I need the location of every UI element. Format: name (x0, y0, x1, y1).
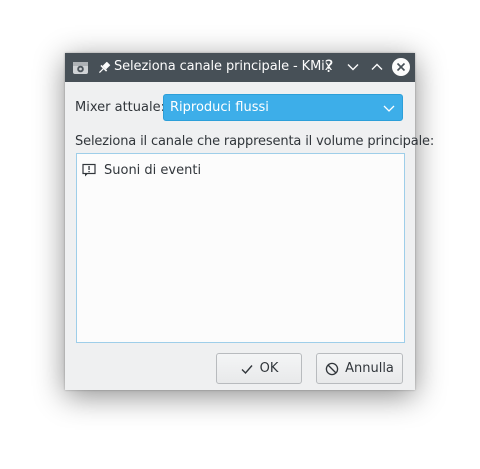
cancel-button[interactable]: Annulla (316, 353, 403, 384)
cancel-button-label: Annulla (345, 361, 394, 376)
ok-button[interactable]: OK (216, 353, 302, 384)
maximize-button[interactable] (367, 57, 387, 77)
mixer-select-value: Riproduci flussi (170, 100, 269, 115)
pin-icon[interactable] (96, 60, 112, 76)
list-item[interactable]: Suoni di eventi (82, 161, 201, 179)
window-title: Seleziona canale principale - KMix (114, 59, 333, 74)
kmix-app-icon[interactable] (72, 59, 89, 76)
channel-label: Suoni di eventi (104, 162, 202, 178)
close-button[interactable] (391, 57, 411, 77)
checkmark-icon (241, 364, 253, 374)
chevron-down-icon (383, 105, 395, 112)
chevron-down-icon (347, 64, 359, 71)
help-button[interactable]: ? (319, 57, 339, 77)
minimize-button[interactable] (343, 57, 363, 77)
channel-list[interactable]: Suoni di eventi (76, 153, 405, 343)
mixer-label: Mixer attuale: (75, 100, 165, 115)
channel-select-label: Seleziona il canale che rappresenta il v… (75, 134, 435, 149)
ok-button-label: OK (259, 361, 279, 376)
event-sounds-icon (82, 163, 96, 177)
chevron-up-icon (371, 63, 383, 70)
close-icon (392, 58, 410, 76)
dialog-window: Seleziona canale principale - KMix ? Mix… (65, 53, 434, 390)
cancel-icon (325, 362, 339, 375)
mixer-select[interactable]: Riproduci flussi (163, 94, 403, 121)
titlebar[interactable]: Seleziona canale principale - KMix ? (65, 53, 415, 82)
